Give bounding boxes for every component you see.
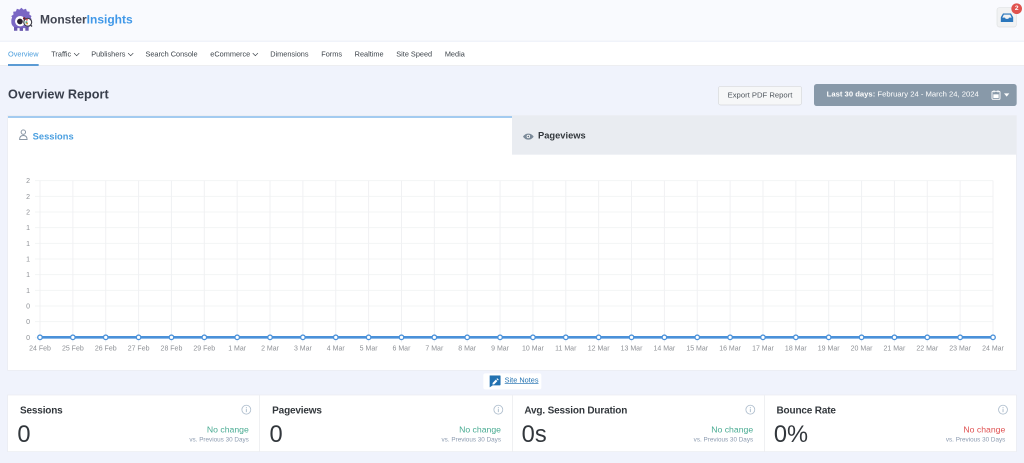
svg-text:1: 1: [26, 256, 30, 263]
svg-text:1: 1: [26, 241, 30, 248]
svg-text:2: 2: [26, 178, 30, 185]
svg-text:29 Feb: 29 Feb: [193, 345, 215, 352]
svg-text:4 Mar: 4 Mar: [327, 345, 346, 352]
svg-text:1: 1: [26, 288, 30, 295]
svg-text:23 Mar: 23 Mar: [949, 345, 971, 352]
svg-text:12 Mar: 12 Mar: [588, 345, 610, 352]
svg-text:16 Mar: 16 Mar: [719, 345, 741, 352]
svg-text:24 Feb: 24 Feb: [29, 345, 51, 352]
svg-text:24 Mar: 24 Mar: [982, 345, 1004, 352]
svg-text:5 Mar: 5 Mar: [360, 345, 379, 352]
svg-text:21 Mar: 21 Mar: [884, 345, 906, 352]
svg-text:0: 0: [26, 335, 30, 342]
svg-text:11 Mar: 11 Mar: [555, 345, 577, 352]
svg-text:18 Mar: 18 Mar: [785, 345, 807, 352]
svg-text:17 Mar: 17 Mar: [752, 345, 774, 352]
svg-text:6 Mar: 6 Mar: [393, 345, 412, 352]
svg-text:28 Feb: 28 Feb: [161, 345, 183, 352]
svg-text:2: 2: [26, 194, 30, 201]
svg-text:13 Mar: 13 Mar: [621, 345, 643, 352]
svg-text:22 Mar: 22 Mar: [916, 345, 938, 352]
svg-text:8 Mar: 8 Mar: [458, 345, 477, 352]
svg-text:10 Mar: 10 Mar: [522, 345, 544, 352]
svg-text:20 Mar: 20 Mar: [851, 345, 873, 352]
svg-text:2: 2: [26, 209, 30, 216]
svg-text:14 Mar: 14 Mar: [653, 345, 675, 352]
svg-text:26 Feb: 26 Feb: [95, 345, 117, 352]
svg-text:0: 0: [26, 319, 30, 326]
svg-text:1 Mar: 1 Mar: [228, 345, 247, 352]
svg-text:7 Mar: 7 Mar: [425, 345, 444, 352]
svg-text:9 Mar: 9 Mar: [491, 345, 510, 352]
svg-text:25 Feb: 25 Feb: [62, 345, 84, 352]
svg-text:2 Mar: 2 Mar: [261, 345, 280, 352]
svg-text:1: 1: [26, 272, 30, 279]
svg-text:0: 0: [26, 303, 30, 310]
svg-text:15 Mar: 15 Mar: [686, 345, 708, 352]
svg-text:3 Mar: 3 Mar: [294, 345, 313, 352]
svg-text:19 Mar: 19 Mar: [818, 345, 840, 352]
svg-text:1: 1: [26, 225, 30, 232]
svg-text:27 Feb: 27 Feb: [128, 345, 150, 352]
